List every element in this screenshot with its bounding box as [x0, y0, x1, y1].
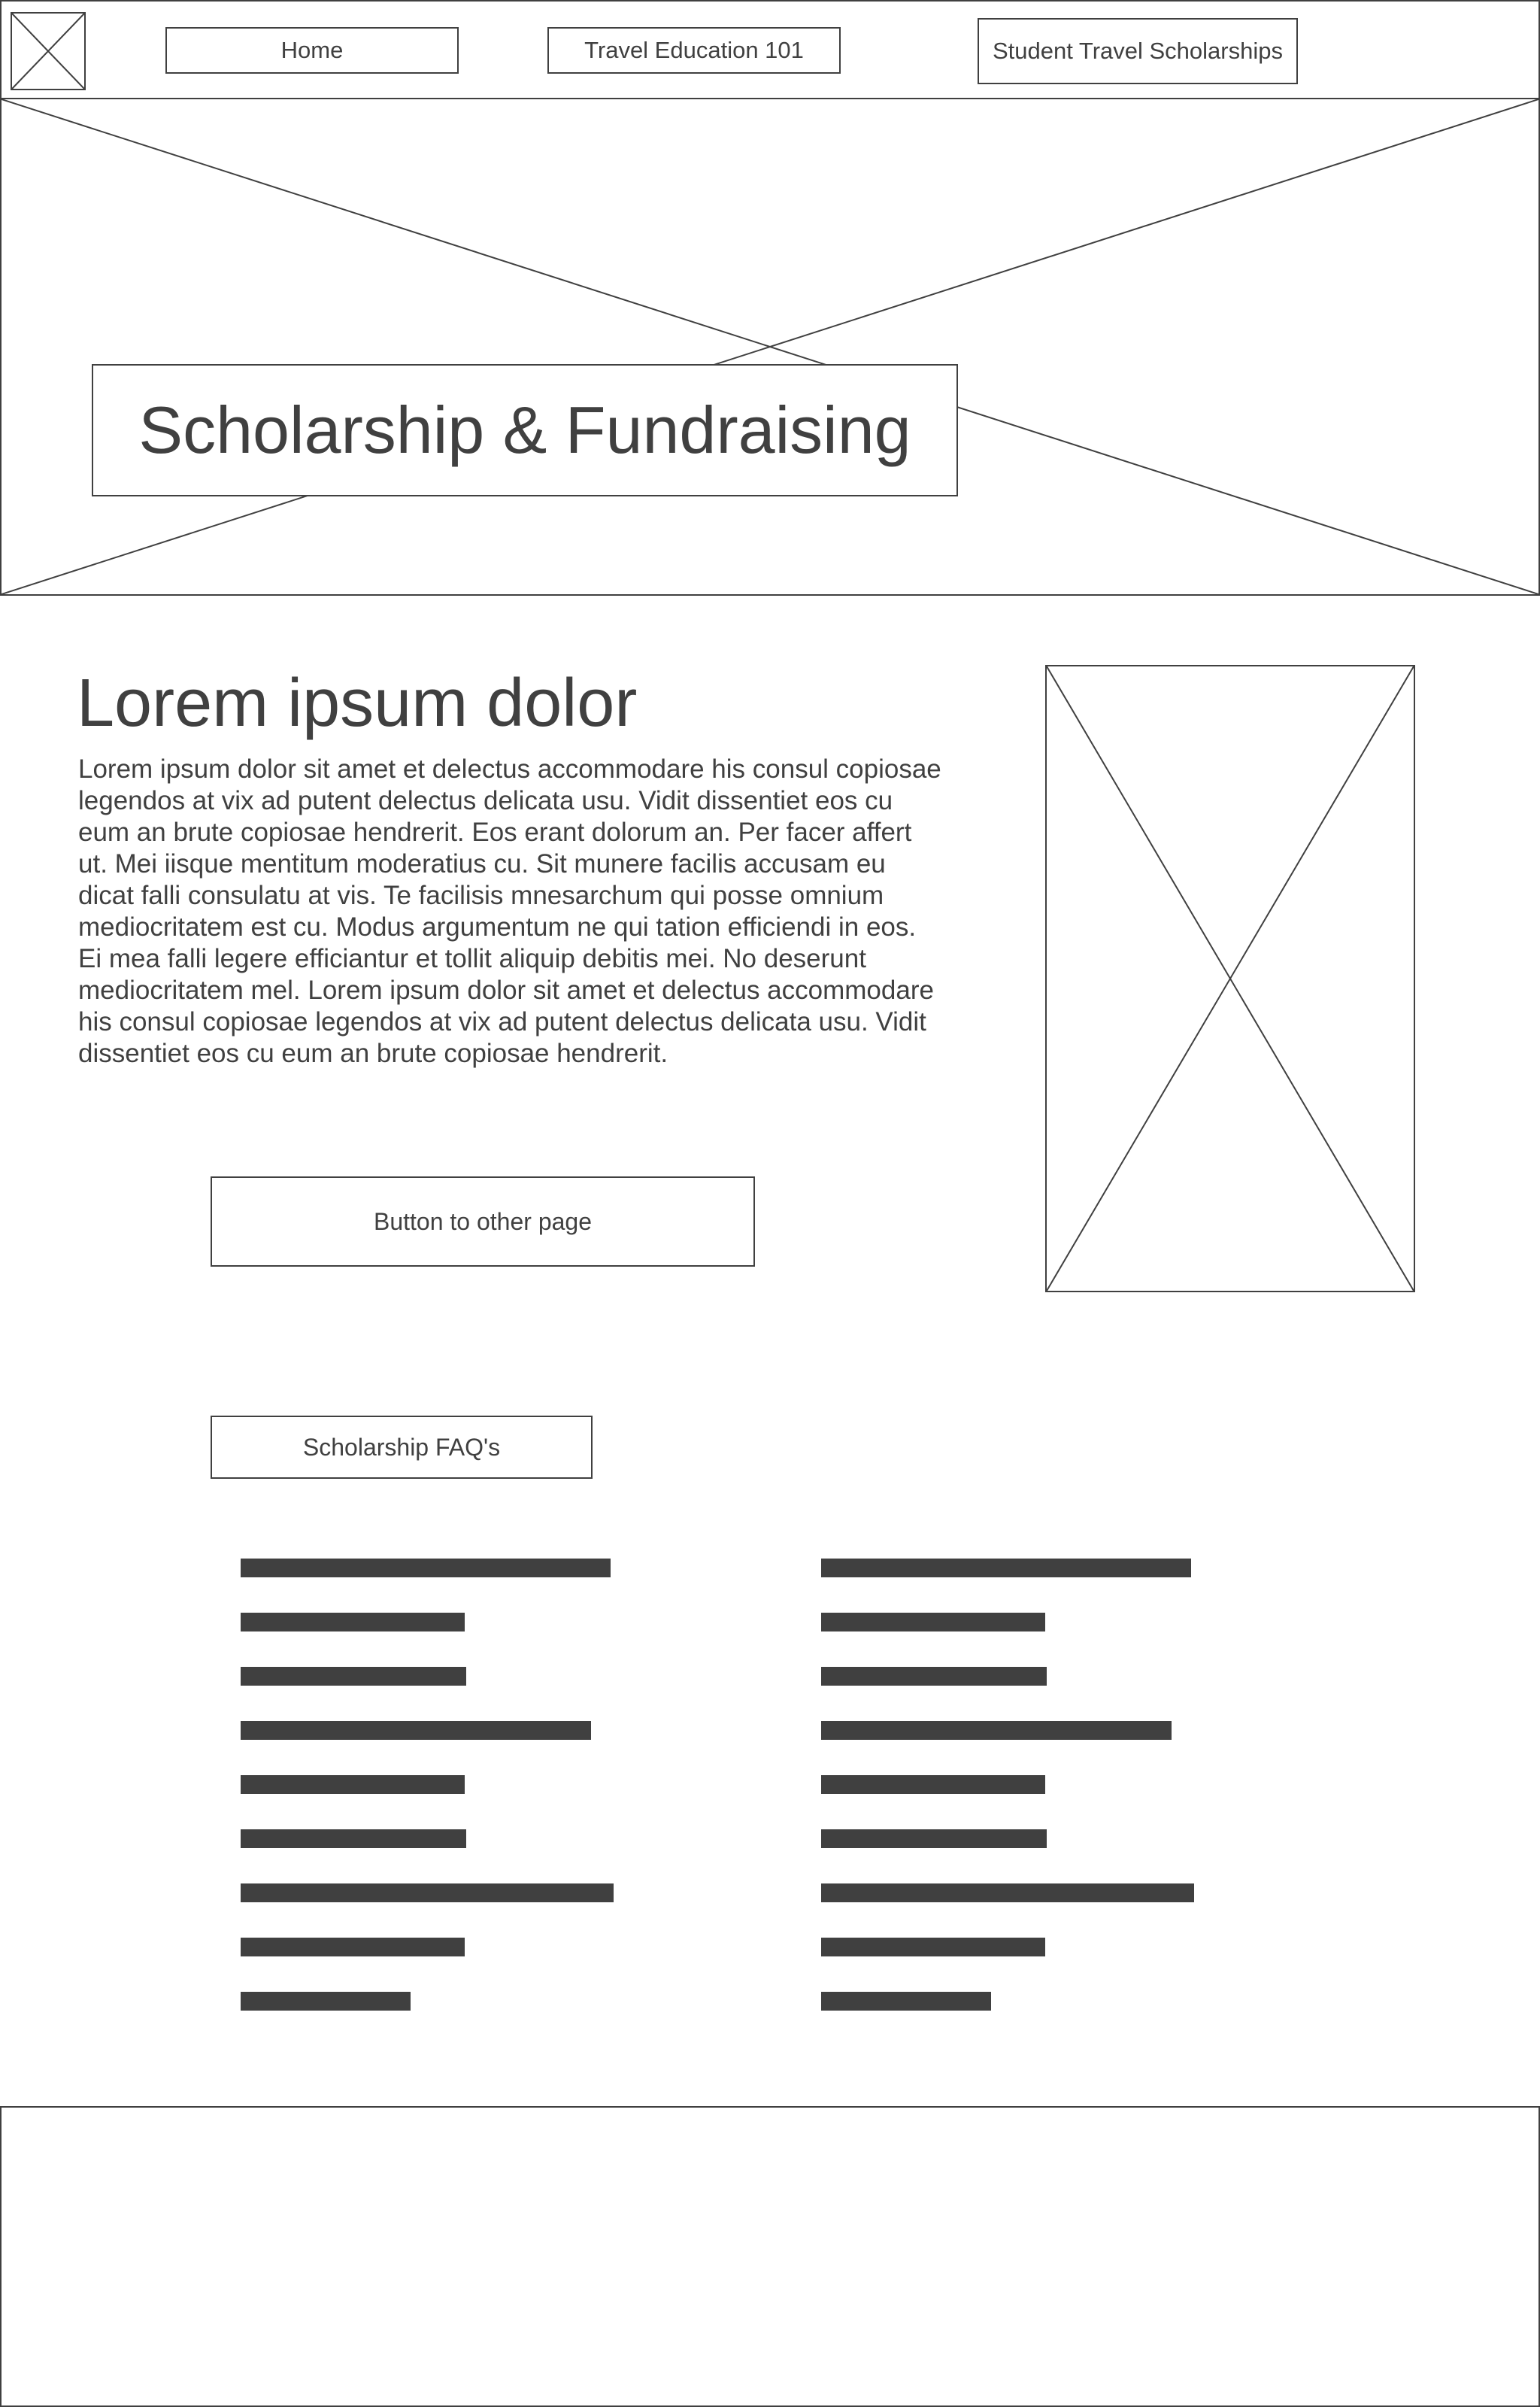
faq-link-placeholder[interactable] — [241, 1938, 465, 1956]
faq-link-placeholder[interactable] — [241, 1829, 466, 1848]
paragraph-line: eum an brute copiosae hendrerit. Eos era… — [78, 818, 912, 847]
paragraph-line: mediocritatem est cu. Modus argumentum n… — [78, 912, 917, 942]
faq-link-placeholder[interactable] — [241, 1721, 591, 1740]
nav-student-scholarships-button[interactable]: Student Travel Scholarships — [978, 18, 1298, 84]
other-page-button[interactable]: Button to other page — [211, 1176, 755, 1267]
faq-link-placeholder[interactable] — [821, 1775, 1045, 1794]
paragraph-line: dicat falli consulatu at vis. Te facilis… — [78, 881, 884, 910]
intro-heading: Lorem ipsum dolor — [77, 666, 638, 741]
nav-travel-education-button[interactable]: Travel Education 101 — [547, 27, 841, 74]
image-placeholder-icon — [1047, 666, 1414, 1291]
faq-link-placeholder[interactable] — [821, 1883, 1194, 1902]
faq-link-placeholder[interactable] — [241, 1883, 614, 1902]
paragraph-line: dissentiet eos cu eum an brute copiosae … — [78, 1039, 668, 1068]
faq-link-placeholder[interactable] — [821, 1938, 1045, 1956]
faq-link-placeholder[interactable] — [241, 1775, 465, 1794]
hero-title: Scholarship & Fundraising — [138, 393, 911, 467]
footer — [0, 2106, 1540, 2407]
paragraph-line: Ei mea falli legere efficiantur et tolli… — [78, 944, 866, 973]
faq-link-placeholder[interactable] — [821, 1721, 1172, 1740]
faq-link-placeholder[interactable] — [241, 1667, 466, 1686]
hero-image-placeholder — [0, 98, 1540, 596]
image-placeholder-icon — [12, 14, 84, 89]
faq-link-placeholder[interactable] — [241, 1613, 465, 1631]
paragraph-line: ut. Mei iisque mentitum moderatius cu. S… — [78, 849, 886, 879]
image-placeholder-icon — [2, 99, 1538, 594]
hero-title-box: Scholarship & Fundraising — [92, 364, 958, 496]
faq-link-placeholder[interactable] — [821, 1667, 1047, 1686]
paragraph-line: his consul copiosae legendos at vix ad p… — [78, 1007, 926, 1037]
faq-link-placeholder[interactable] — [241, 1992, 411, 2011]
paragraph-line: legendos at vix ad putent delectus delic… — [78, 786, 893, 815]
faq-link-placeholder[interactable] — [821, 1613, 1045, 1631]
paragraph-line: mediocritatem mel. Lorem ipsum dolor sit… — [78, 976, 934, 1005]
intro-paragraph: Lorem ipsum dolor sit amet et delectus a… — [78, 754, 1011, 1070]
logo-placeholder[interactable] — [11, 12, 86, 90]
faq-link-placeholder[interactable] — [821, 1829, 1047, 1848]
faq-button[interactable]: Scholarship FAQ's — [211, 1416, 593, 1479]
faq-link-placeholder[interactable] — [821, 1992, 991, 2011]
faq-link-placeholder[interactable] — [241, 1559, 611, 1577]
side-image-placeholder — [1045, 665, 1415, 1292]
faq-link-placeholder[interactable] — [821, 1559, 1191, 1577]
nav-home-button[interactable]: Home — [165, 27, 459, 74]
paragraph-line: Lorem ipsum dolor sit amet et delectus a… — [78, 754, 941, 784]
